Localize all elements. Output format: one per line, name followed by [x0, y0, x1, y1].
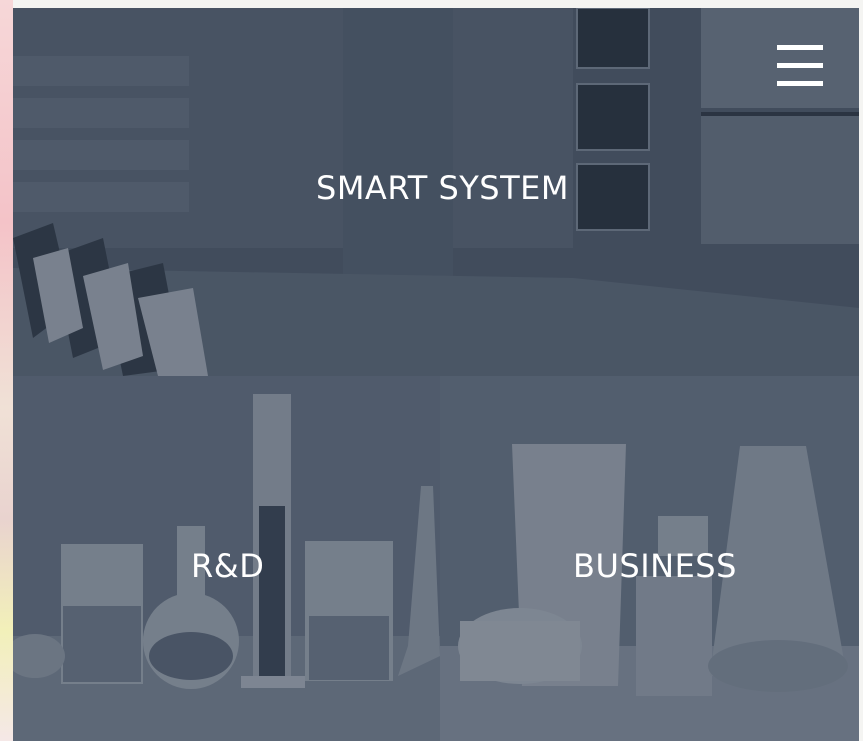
smart-system-panel[interactable]: SMART SYSTEM — [13, 8, 859, 376]
hamburger-menu-icon[interactable] — [777, 45, 823, 86]
background-image-edge — [0, 0, 13, 741]
smart-system-title[interactable]: SMART SYSTEM — [316, 169, 569, 207]
business-title[interactable]: BUSINESS — [573, 547, 737, 585]
rnd-title[interactable]: R&D — [191, 547, 264, 585]
business-panel[interactable]: BUSINESS — [440, 376, 859, 741]
rnd-panel[interactable]: R&D — [13, 376, 440, 741]
